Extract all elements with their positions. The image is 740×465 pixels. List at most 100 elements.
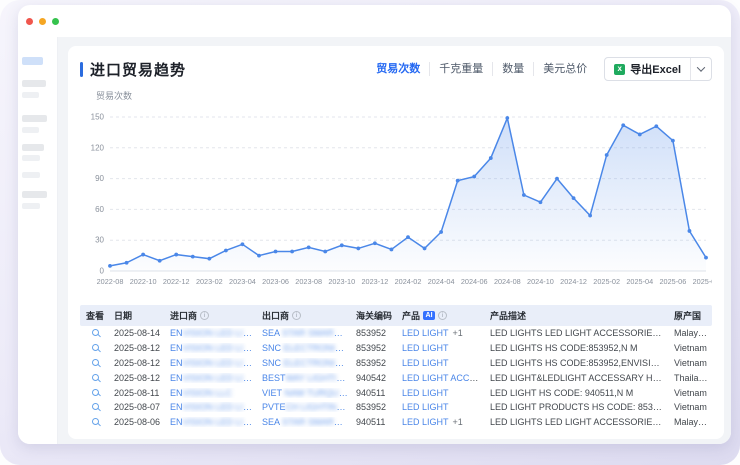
- svg-text:2023-02: 2023-02: [196, 277, 223, 286]
- product-link[interactable]: LED LIGHT: [402, 388, 449, 398]
- svg-text:2022-10: 2022-10: [130, 277, 157, 286]
- header-importer: 进口商: [166, 309, 258, 322]
- importer-link[interactable]: ENVISION LLC: [166, 388, 258, 398]
- svg-text:0: 0: [100, 267, 105, 276]
- svg-text:2023-08: 2023-08: [295, 277, 322, 286]
- excel-icon: [614, 64, 625, 75]
- sidebar-skeleton-item: [22, 80, 46, 87]
- info-icon[interactable]: [200, 311, 209, 320]
- view-record-button[interactable]: [80, 343, 110, 353]
- description-cell: LED LIGHTS HS CODE:853952,ENVISIONLED: [486, 358, 670, 368]
- view-record-button[interactable]: [80, 358, 110, 368]
- svg-text:2023-06: 2023-06: [262, 277, 289, 286]
- browser-window: 进口贸易趋势 贸易次数 千克重量 数量 美元总价: [18, 5, 731, 444]
- table-body: 2025-08-14 ENVISION LED LIGHTING L... SE…: [80, 326, 712, 430]
- table-header-row: 查看 日期 进口商 出口商 海关编码 产品AI 产品描述 原产国: [80, 305, 712, 326]
- magnifier-icon: [92, 359, 99, 366]
- hs-code-cell: 853952: [352, 343, 398, 353]
- magnifier-icon: [92, 403, 99, 410]
- product-link[interactable]: LED LIGHT: [402, 417, 449, 427]
- date-cell: 2025-08-12: [110, 358, 166, 368]
- svg-text:90: 90: [95, 174, 104, 183]
- metric-tab-usd-total[interactable]: 美元总价: [533, 62, 596, 76]
- sidebar-skeleton: [18, 37, 57, 444]
- importer-link[interactable]: ENVISION LED LIGHTING L...: [166, 358, 258, 368]
- product-extra-count[interactable]: +1: [453, 328, 463, 338]
- info-icon[interactable]: [438, 311, 447, 320]
- export-dropdown-button[interactable]: [690, 58, 711, 80]
- hs-code-cell: 940511: [352, 388, 398, 398]
- date-cell: 2025-08-12: [110, 343, 166, 353]
- exporter-link[interactable]: SEA STAR SMART TECH ...: [258, 417, 352, 427]
- trend-panel: 进口贸易趋势 贸易次数 千克重量 数量 美元总价: [68, 46, 724, 439]
- svg-text:2025-02: 2025-02: [593, 277, 620, 286]
- metric-tab-trade-count[interactable]: 贸易次数: [367, 62, 429, 76]
- product-extra-count[interactable]: +1: [453, 417, 463, 427]
- product-cell: LED LIGHT ACCESSORY: [398, 373, 486, 383]
- product-link[interactable]: LED LIGHT: [402, 328, 449, 338]
- product-link[interactable]: LED LIGHT: [402, 343, 449, 353]
- trend-chart[interactable]: 03060901201502022-082022-102022-122023-0…: [80, 103, 712, 299]
- hs-code-cell: 853952: [352, 358, 398, 368]
- main-area: 进口贸易趋势 贸易次数 千克重量 数量 美元总价: [58, 37, 731, 444]
- title-accent-bar: [80, 62, 83, 77]
- exporter-link[interactable]: PVTECH LIGHTING SW VI...: [258, 402, 352, 412]
- table-row: 2025-08-07 ENVISION LED LIGHTING L... PV…: [80, 400, 712, 415]
- sidebar-skeleton-item: [22, 172, 40, 178]
- window-maximize-dot[interactable]: [52, 18, 59, 25]
- exporter-link[interactable]: SNC ELECTRONICS VIET...: [258, 358, 352, 368]
- view-record-button[interactable]: [80, 373, 110, 383]
- importer-link[interactable]: ENVISION LED LIGHTING L...: [166, 417, 258, 427]
- window-close-dot[interactable]: [26, 18, 33, 25]
- product-link[interactable]: LED LIGHT ACCESSORY: [402, 373, 486, 383]
- product-link[interactable]: LED LIGHT: [402, 402, 449, 412]
- magnifier-icon: [92, 344, 99, 351]
- description-cell: LED LIGHTS HS CODE:853952,N M: [486, 343, 670, 353]
- chevron-down-icon: [697, 63, 705, 71]
- info-icon[interactable]: [292, 311, 301, 320]
- exporter-link[interactable]: SNC ELECTRONICS VIET...: [258, 343, 352, 353]
- window-minimize-dot[interactable]: [39, 18, 46, 25]
- svg-text:2024-12: 2024-12: [560, 277, 587, 286]
- header-product: 产品AI: [398, 309, 486, 322]
- exporter-link[interactable]: BESTWAY LIGHTING THA...: [258, 373, 352, 383]
- importer-link[interactable]: ENVISION LED LIGHTING L...: [166, 373, 258, 383]
- table-row: 2025-08-12 ENVISION LED LIGHTING L... BE…: [80, 370, 712, 385]
- svg-text:2025-04: 2025-04: [626, 277, 653, 286]
- sidebar-skeleton-item-active[interactable]: [22, 57, 43, 65]
- header-exporter: 出口商: [258, 309, 352, 322]
- header-date: 日期: [110, 309, 166, 322]
- svg-text:2024-02: 2024-02: [395, 277, 422, 286]
- hs-code-cell: 940511: [352, 417, 398, 427]
- header-description: 产品描述: [486, 309, 670, 322]
- view-record-button[interactable]: [80, 328, 110, 338]
- view-record-button[interactable]: [80, 388, 110, 398]
- importer-link[interactable]: ENVISION LED LIGHTING L...: [166, 343, 258, 353]
- svg-text:2024-10: 2024-10: [527, 277, 554, 286]
- svg-text:2024-08: 2024-08: [494, 277, 521, 286]
- description-cell: LED LIGHT&LEDLIGHT ACCESSARY HS CODE: 94…: [486, 373, 670, 383]
- metric-tab-kg-weight[interactable]: 千克重量: [429, 62, 492, 76]
- view-record-button[interactable]: [80, 402, 110, 412]
- date-cell: 2025-08-14: [110, 328, 166, 338]
- exporter-link[interactable]: VIET NAM TURQUOISE: [258, 388, 352, 398]
- importer-link[interactable]: ENVISION LED LIGHTING L...: [166, 328, 258, 338]
- hs-code-cell: 940542: [352, 373, 398, 383]
- sidebar-skeleton-item: [22, 115, 47, 122]
- view-record-button[interactable]: [80, 417, 110, 427]
- exporter-link[interactable]: SEA STAR SMART TECH ...: [258, 328, 352, 338]
- importer-link[interactable]: ENVISION LED LIGHTING L...: [166, 402, 258, 412]
- origin-country-cell: Thailand: [670, 373, 712, 383]
- origin-country-cell: Vietnam: [670, 343, 712, 353]
- ai-badge: AI: [423, 311, 435, 320]
- export-excel-button[interactable]: 导出Excel: [604, 57, 712, 81]
- svg-text:2024-06: 2024-06: [461, 277, 488, 286]
- product-link[interactable]: LED LIGHT: [402, 358, 449, 368]
- origin-country-cell: Malaysia: [670, 417, 712, 427]
- date-cell: 2025-08-12: [110, 373, 166, 383]
- product-cell: LED LIGHT: [398, 402, 486, 412]
- svg-text:2023-04: 2023-04: [229, 277, 256, 286]
- svg-text:30: 30: [95, 236, 104, 245]
- metric-tab-quantity[interactable]: 数量: [492, 62, 533, 76]
- svg-text:2023-10: 2023-10: [328, 277, 355, 286]
